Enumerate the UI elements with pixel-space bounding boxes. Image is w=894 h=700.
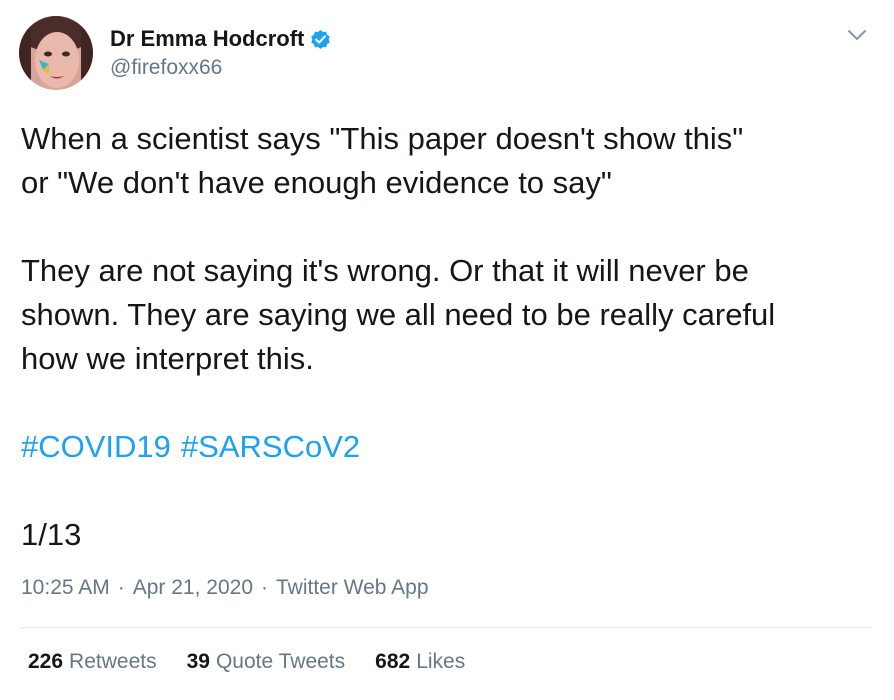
hashtag-covid19-link[interactable]: #COVID19: [21, 425, 171, 469]
tweet-line: When a scientist says "This paper doesn'…: [21, 121, 744, 156]
author-name-text: Dr Emma Hodcroft: [110, 26, 305, 51]
retweets-count: 226: [28, 650, 64, 673]
likes-count: 682: [375, 650, 411, 673]
retweets-stat-link[interactable]: 226 Retweets: [28, 650, 157, 674]
chevron-down-icon[interactable]: [846, 26, 868, 44]
author-handle[interactable]: @firefoxx66: [110, 56, 222, 80]
hashtags: #COVID19 #SARSCoV2: [21, 425, 881, 469]
quote-tweets-count: 39: [186, 650, 210, 673]
tweet-source-link[interactable]: Twitter Web App: [276, 576, 429, 600]
quote-tweets-stat-link[interactable]: 39 Quote Tweets: [187, 650, 346, 674]
retweets-label: Retweets: [69, 650, 157, 673]
likes-label: Likes: [416, 650, 466, 673]
tweet-date-link[interactable]: Apr 21, 2020: [133, 576, 253, 600]
avatar[interactable]: [19, 16, 93, 90]
thread-count: 1/13: [21, 517, 82, 552]
tweet-line: how we interpret this.: [21, 341, 314, 376]
separator: ·: [117, 576, 125, 599]
tweet-line: shown. They are saying we all need to be…: [21, 297, 776, 332]
separator: ·: [261, 576, 268, 599]
tweet-metadata: 10:25 AM · Apr 21, 2020 · Twitter Web Ap…: [21, 576, 429, 600]
likes-stat-link[interactable]: 682 Likes: [375, 650, 465, 674]
tweet-time-link[interactable]: 10:25 AM: [21, 576, 110, 600]
avatar-image: [19, 16, 93, 90]
author-display-name[interactable]: Dr Emma Hodcroft: [110, 26, 332, 52]
verified-badge-icon: [311, 29, 331, 49]
divider: [21, 627, 872, 628]
tweet: Dr Emma Hodcroft @firefoxx66 When a scie…: [0, 0, 894, 700]
hashtag-sarscov2-link[interactable]: #SARSCoV2: [181, 425, 360, 469]
tweet-line: They are not saying it's wrong. Or that …: [21, 253, 749, 288]
tweet-line: or "We don't have enough evidence to say…: [21, 165, 612, 200]
tweet-stats: 226 Retweets 39 Quote Tweets 682 Likes: [28, 650, 465, 674]
tweet-text: When a scientist says "This paper doesn'…: [21, 117, 881, 557]
quote-tweets-label: Quote Tweets: [215, 650, 346, 673]
